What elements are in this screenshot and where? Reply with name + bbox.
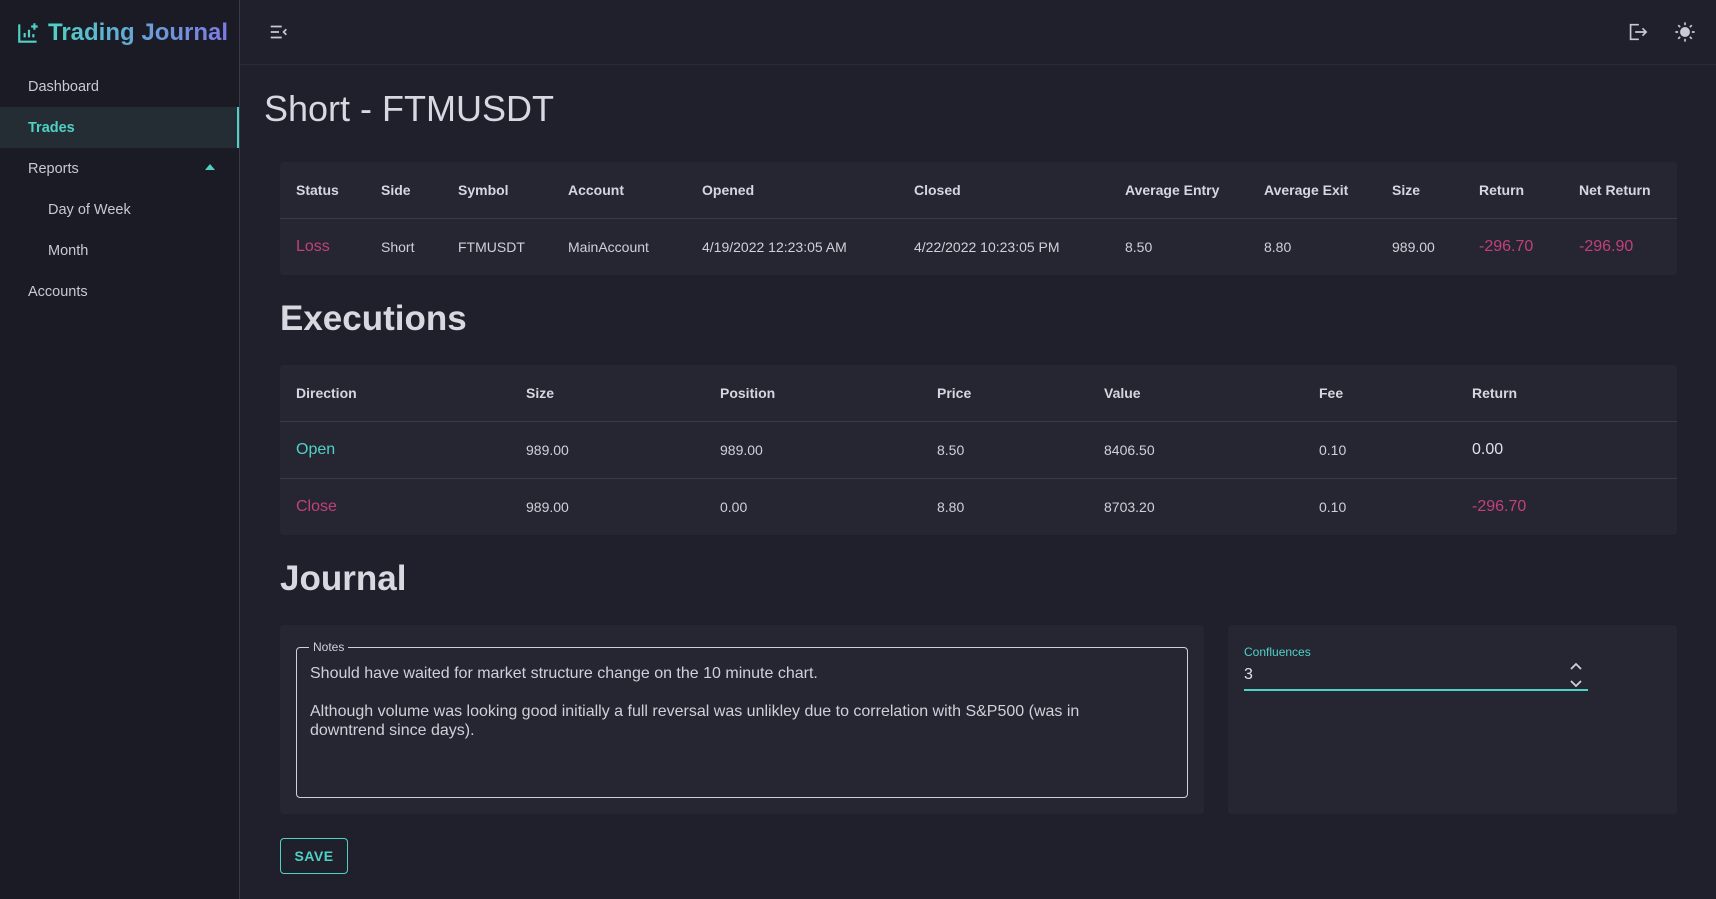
- size-cell: 989.00: [1392, 238, 1435, 255]
- column-header-side[interactable]: Side: [365, 162, 442, 219]
- confluences-label: Confluences: [1244, 645, 1311, 659]
- status-cell: Loss: [296, 237, 330, 255]
- confluences-card: Confluences 3: [1228, 625, 1677, 814]
- return-cell: 0.00: [1456, 421, 1677, 479]
- sidebar-item-accounts[interactable]: Accounts: [0, 271, 239, 312]
- column-header-account[interactable]: Account: [552, 162, 686, 219]
- executions-table: Direction Size Position Price Value Fee …: [280, 365, 1677, 535]
- chart-plus-icon: [18, 23, 38, 43]
- notes-label: Notes: [309, 640, 349, 654]
- notes-textarea[interactable]: Notes Should have waited for market stru…: [296, 640, 1188, 798]
- column-header-average-entry[interactable]: Average Entry: [1109, 162, 1248, 219]
- sidebar-item-trades[interactable]: Trades: [0, 107, 239, 148]
- table-row[interactable]: Open 989.00 989.00 8.50 8406.50 0.10 0.0…: [280, 421, 1677, 479]
- table-row[interactable]: Loss Short FTMUSDT MainAccount 4/19/2022…: [280, 218, 1677, 275]
- column-header-price[interactable]: Price: [921, 365, 1088, 422]
- direction-cell: Open: [280, 421, 510, 479]
- column-header-average-exit[interactable]: Average Exit: [1248, 162, 1376, 219]
- sidebar-item-reports[interactable]: Reports: [0, 148, 239, 189]
- return-cell: -296.70: [1479, 237, 1534, 255]
- value-cell: 8406.50: [1088, 421, 1303, 479]
- direction-cell: Close: [296, 497, 337, 515]
- fee-cell: 0.10: [1319, 498, 1347, 515]
- column-header-status[interactable]: Status: [280, 162, 365, 219]
- journal-title: Journal: [280, 559, 407, 598]
- average-exit-cell: 8.80: [1264, 238, 1292, 255]
- average-entry-cell: 8.50: [1125, 238, 1153, 255]
- sidebar-item-dashboard[interactable]: Dashboard: [0, 66, 239, 107]
- column-header-size[interactable]: Size: [510, 365, 704, 422]
- sidebar-item-day-of-week[interactable]: Day of Week: [0, 189, 239, 230]
- column-header-symbol[interactable]: Symbol: [442, 162, 552, 219]
- sidebar-item-label: Accounts: [28, 283, 88, 300]
- column-header-fee[interactable]: Fee: [1303, 365, 1456, 422]
- sidebar: Trading Journal Dashboard Trades Reports…: [0, 0, 240, 899]
- executions-card: Direction Size Position Price Value Fee …: [280, 365, 1677, 535]
- trade-summary-table: Status Side Symbol Account Opened Closed…: [280, 162, 1677, 275]
- save-button[interactable]: SAVE: [280, 838, 348, 874]
- app-title: Trading Journal: [48, 19, 229, 46]
- notes-card: Notes Should have waited for market stru…: [280, 625, 1204, 814]
- confluences-input[interactable]: 3: [1244, 661, 1588, 691]
- column-header-value[interactable]: Value: [1088, 365, 1303, 422]
- sidebar-item-label: Month: [48, 242, 89, 259]
- symbol-cell: FTMUSDT: [458, 238, 525, 255]
- column-header-position[interactable]: Position: [704, 365, 921, 422]
- column-header-return[interactable]: Return: [1463, 162, 1563, 219]
- logout-icon: [1629, 23, 1648, 41]
- account-cell: MainAccount: [568, 238, 649, 255]
- closed-cell: 4/22/2022 10:23:05 PM: [914, 238, 1060, 255]
- logout-button[interactable]: [1622, 17, 1652, 47]
- sidebar-item-label: Trades: [28, 119, 75, 136]
- column-header-direction[interactable]: Direction: [280, 365, 510, 422]
- theme-toggle-button[interactable]: [1670, 17, 1700, 47]
- page-title: Short - FTMUSDT: [264, 88, 555, 129]
- opened-cell: 4/19/2022 12:23:05 AM: [702, 238, 847, 255]
- menu-collapse-icon: [270, 25, 287, 39]
- confluences-value: 3: [1244, 666, 1253, 683]
- net-return-cell: -296.90: [1579, 237, 1634, 255]
- position-cell: 0.00: [720, 498, 748, 515]
- menu-collapse-button[interactable]: [264, 17, 294, 47]
- size-cell: 989.00: [526, 498, 569, 515]
- column-header-closed[interactable]: Closed: [898, 162, 1109, 219]
- value-cell: 8703.20: [1104, 498, 1155, 515]
- top-bar: [240, 0, 1716, 65]
- number-stepper-icon[interactable]: [1568, 661, 1584, 689]
- column-header-return[interactable]: Return: [1456, 365, 1677, 422]
- price-cell: 8.50: [921, 421, 1088, 479]
- notes-text[interactable]: Should have waited for market structure …: [310, 664, 1170, 740]
- price-cell: 8.80: [937, 498, 965, 515]
- sidebar-item-month[interactable]: Month: [0, 230, 239, 271]
- trade-summary-card: Status Side Symbol Account Opened Closed…: [280, 162, 1677, 275]
- side-cell: Short: [381, 238, 415, 255]
- size-cell: 989.00: [510, 421, 704, 479]
- caret-up-icon: [205, 164, 215, 170]
- position-cell: 989.00: [704, 421, 921, 479]
- column-header-opened[interactable]: Opened: [686, 162, 898, 219]
- sidebar-item-label: Reports: [28, 160, 79, 177]
- column-header-net-return[interactable]: Net Return: [1563, 162, 1677, 219]
- return-cell: -296.70: [1472, 497, 1527, 515]
- fee-cell: 0.10: [1303, 421, 1456, 479]
- sidebar-item-label: Dashboard: [28, 78, 99, 95]
- table-row[interactable]: Close 989.00 0.00 8.80 8703.20 0.10 -296…: [280, 478, 1677, 535]
- app-logo[interactable]: Trading Journal: [0, 0, 239, 66]
- column-header-size[interactable]: Size: [1376, 162, 1463, 219]
- sun-icon: [1675, 22, 1695, 42]
- sidebar-item-label: Day of Week: [48, 201, 131, 218]
- executions-title: Executions: [280, 299, 467, 338]
